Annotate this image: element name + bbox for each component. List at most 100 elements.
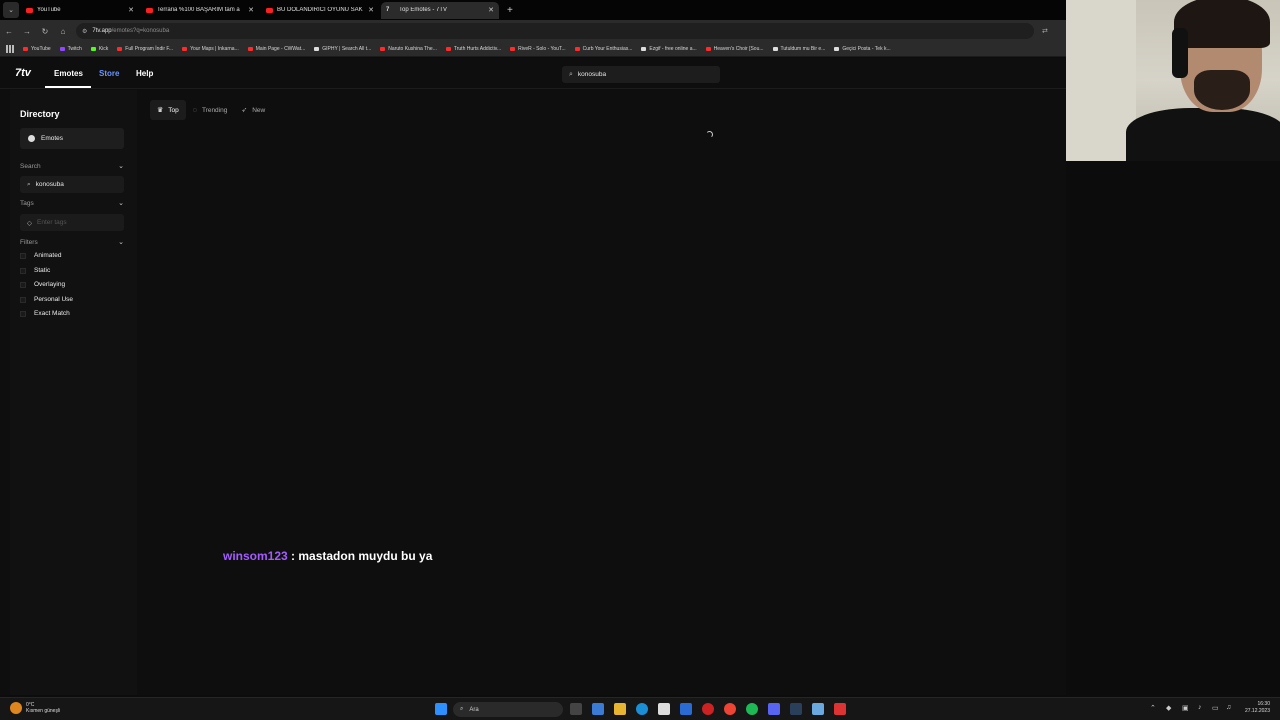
webcam-person-beard <box>1194 70 1250 110</box>
bookmark[interactable]: Curb Your Enthusias... <box>574 46 632 52</box>
task-view-icon[interactable] <box>570 703 582 715</box>
chrome-icon[interactable] <box>724 703 736 715</box>
mail-icon[interactable] <box>680 703 692 715</box>
browser-tab-active[interactable]: 7 Top Emotes - 7TV ✕ <box>381 1 499 19</box>
home-icon[interactable]: ⌂ <box>54 27 72 36</box>
sidebar-item-emotes[interactable]: Emotes <box>20 128 124 149</box>
browser-tab[interactable]: Terraria %100 BAŞARIM tam a ✕ <box>141 2 259 19</box>
bookmark-label: YouTube <box>31 46 51 52</box>
bookmark[interactable]: Truth Hurts Addictiv... <box>445 46 501 52</box>
steam-icon[interactable] <box>790 703 802 715</box>
sidebar-search-input[interactable]: ⌕ konosuba <box>20 176 124 193</box>
filter-checkbox[interactable]: Exact Match <box>20 310 70 317</box>
url-host: 7tv.app <box>92 28 112 34</box>
nav-help[interactable]: Help <box>136 69 153 78</box>
bookmark[interactable]: Tutuldum mu Bir e... <box>772 46 825 52</box>
flame-icon: ◌ <box>192 106 197 114</box>
section-label: Filters <box>20 239 38 246</box>
nav-emotes[interactable]: Emotes <box>54 69 83 78</box>
header-search-input[interactable]: ⌕ konosuba <box>562 66 720 83</box>
copilot-icon[interactable] <box>592 703 604 715</box>
store-icon[interactable] <box>658 703 670 715</box>
filters-section-toggle[interactable]: Filters ⌄ <box>20 239 124 246</box>
checkbox[interactable] <box>20 252 26 259</box>
bookmark[interactable]: Naruto Kushina The... <box>380 46 437 52</box>
bookmark[interactable]: Heaven's Choir [Sou... <box>705 46 764 52</box>
bookmark[interactable]: Kick <box>90 46 108 52</box>
filter-checkbox[interactable]: Personal Use <box>20 296 73 303</box>
browser-tab[interactable]: YouTube ✕ <box>21 2 139 19</box>
tab-search-button[interactable]: ⌄ <box>3 2 19 18</box>
close-icon[interactable]: ✕ <box>128 6 134 14</box>
bookmark-icon <box>834 47 840 51</box>
bookmark[interactable]: YouTube <box>23 46 51 52</box>
headphones-icon <box>1172 28 1188 78</box>
bookmark[interactable]: GIPHY | Search All t... <box>314 46 371 52</box>
tray-icon[interactable]: ◆ <box>1166 704 1171 712</box>
tab-label: New <box>252 106 266 114</box>
checkbox[interactable] <box>20 296 26 303</box>
url-input[interactable]: ⚙ 7tv.app /emotes?q=konosuba <box>76 23 1034 39</box>
obs-icon[interactable] <box>834 703 846 715</box>
youtube-icon <box>23 47 28 51</box>
app-icon[interactable] <box>812 703 824 715</box>
close-icon[interactable]: ✕ <box>248 6 254 14</box>
search-section-toggle[interactable]: Search ⌄ <box>20 163 124 170</box>
tab-trending[interactable]: ◌ Trending <box>186 100 235 120</box>
twitch-icon <box>59 47 65 51</box>
tab-title: Top Emotes - 7TV <box>399 7 448 13</box>
microphone-icon[interactable]: ♪ <box>1198 704 1202 711</box>
filter-checkbox[interactable]: Overlaying <box>20 281 65 288</box>
close-icon[interactable]: ✕ <box>488 6 494 14</box>
apps-icon[interactable] <box>6 45 14 53</box>
opera-icon[interactable] <box>702 703 714 715</box>
chevron-up-icon[interactable]: ⌃ <box>1150 704 1156 712</box>
checkbox[interactable] <box>20 310 26 317</box>
translate-icon[interactable]: ⇄ <box>1042 27 1048 35</box>
chat-username: winsom123 <box>223 549 288 563</box>
bookmark[interactable]: Main Page - CWWat... <box>247 46 305 52</box>
filter-checkbox[interactable]: Animated <box>20 252 61 259</box>
network-icon[interactable]: ▭ <box>1212 704 1219 712</box>
checkbox[interactable] <box>20 281 26 288</box>
taskbar-search[interactable]: ⌕ Ara <box>453 702 563 717</box>
tab-new[interactable]: ➶ New <box>234 100 272 120</box>
tray-icon[interactable]: ▣ <box>1182 704 1189 712</box>
filter-checkbox[interactable]: Static <box>20 267 50 274</box>
volume-icon[interactable]: ♫ <box>1226 704 1231 711</box>
checkbox[interactable] <box>20 267 26 274</box>
back-icon[interactable]: ← <box>0 27 18 36</box>
edge-icon[interactable] <box>636 703 648 715</box>
browser-tab[interactable]: BU DOLANDIRICI OYUNU SAK ✕ <box>261 2 379 19</box>
close-icon[interactable]: ✕ <box>368 6 374 14</box>
rocket-icon: ➶ <box>241 107 248 114</box>
browser-tab-bar: ⌄ YouTube ✕ Terraria %100 BAŞARIM tam a … <box>0 0 1066 20</box>
tab-top[interactable]: ♛ Top <box>150 100 186 120</box>
weather-widget[interactable]: 0°C Kısmen güneşli <box>10 702 60 714</box>
bookmark[interactable]: Geçici Posta - Tek k... <box>834 46 891 52</box>
file-explorer-icon[interactable] <box>614 703 626 715</box>
bookmark[interactable]: Full Program İndir F... <box>117 46 173 52</box>
bookmark-icon <box>705 47 711 51</box>
site-info-icon[interactable]: ⚙ <box>82 28 87 35</box>
chevron-down-icon: ⌄ <box>118 239 124 246</box>
reload-icon[interactable]: ↻ <box>36 27 54 36</box>
bookmark-icon <box>772 47 778 51</box>
discord-icon[interactable] <box>768 703 780 715</box>
bookmark[interactable]: Twitch <box>59 46 82 52</box>
bookmark-label: Heaven's Choir [Sou... <box>713 46 764 52</box>
forward-icon[interactable]: → <box>18 27 36 36</box>
7tv-logo[interactable]: 7tv <box>15 67 31 79</box>
sidebar-title: Directory <box>20 109 60 119</box>
new-tab-button[interactable]: + <box>507 5 513 16</box>
loading-spinner-icon <box>706 131 713 138</box>
spotify-icon[interactable] <box>746 703 758 715</box>
bookmark[interactable]: RiveR - Solo - YouT... <box>510 46 566 52</box>
clock[interactable]: 16:30 27.12.2023 <box>1245 701 1270 715</box>
tags-section-toggle[interactable]: Tags ⌄ <box>20 200 124 207</box>
start-icon[interactable] <box>435 703 447 715</box>
nav-store[interactable]: Store <box>99 69 119 78</box>
bookmark[interactable]: Ezgif - free online a... <box>641 46 697 52</box>
bookmark[interactable]: Your Maps | Inkarna... <box>182 46 239 52</box>
tags-input[interactable]: ◇ Enter tags <box>20 214 124 231</box>
